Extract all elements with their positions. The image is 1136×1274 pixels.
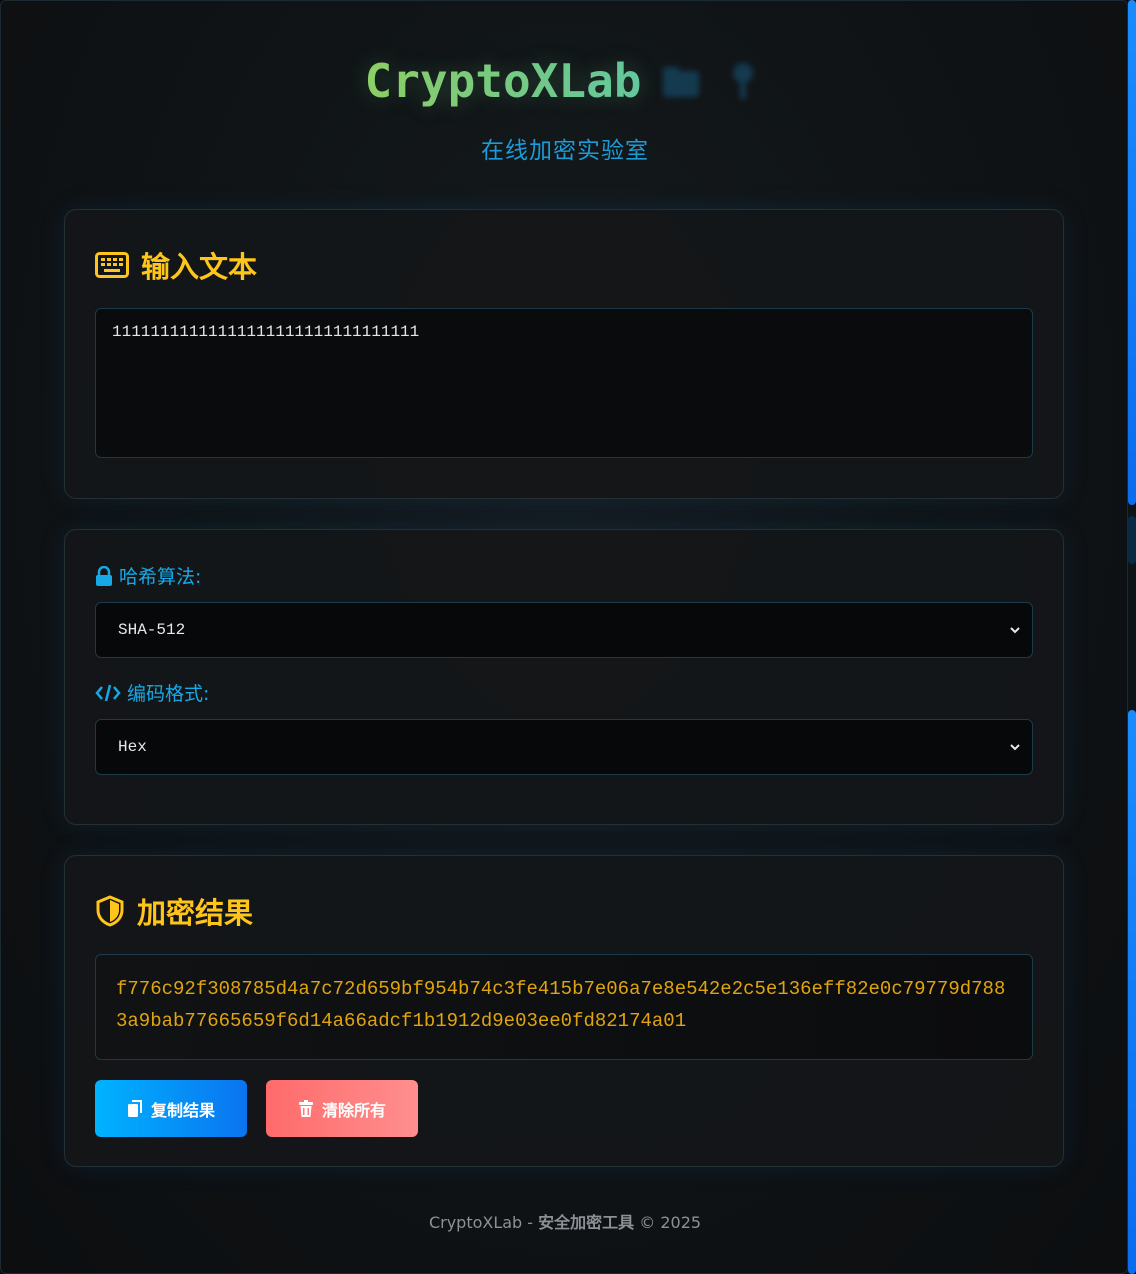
code-icon xyxy=(95,684,121,701)
resize-grip-icon[interactable] xyxy=(1089,448,1097,456)
header: CryptoXLab 在线加密实验室 xyxy=(1,41,1127,165)
clear-all-label: 清除所有 xyxy=(321,1100,386,1120)
input-heading: 输入文本 xyxy=(95,244,257,286)
algorithm-label: 哈希算法: xyxy=(95,562,201,589)
title-row: CryptoXLab xyxy=(1,41,1127,121)
algorithm-label-text: 哈希算法: xyxy=(119,566,202,588)
chevron-down-icon xyxy=(1010,627,1020,634)
chevron-down-icon xyxy=(1010,744,1020,751)
app-window: CryptoXLab 在线加密实验室 输入文本 1111111111111111… xyxy=(0,0,1128,1274)
footer: CryptoXLab - 安全加密工具 © 2025 xyxy=(1,1209,1127,1233)
app-title: CryptoXLab xyxy=(364,54,642,108)
result-heading-text: 加密结果 xyxy=(137,896,254,930)
encoding-select-value: Hex xyxy=(118,738,147,756)
scroll-thumb-bottom[interactable] xyxy=(1128,710,1136,1274)
folder-icon xyxy=(663,67,700,97)
keyboard-icon xyxy=(95,252,129,278)
algorithm-select[interactable]: SHA-512 xyxy=(95,602,1033,658)
footer-brand: CryptoXLab - xyxy=(428,1213,539,1232)
result-output[interactable]: f776c92f308785d4a7c72d659bf954b74c3fe415… xyxy=(95,954,1033,1060)
settings-card: 哈希算法: SHA-512 编码格式: Hex xyxy=(64,529,1064,825)
scroll-thumb-top[interactable] xyxy=(1128,0,1136,505)
copy-icon xyxy=(127,1099,142,1117)
clear-all-button[interactable]: 清除所有 xyxy=(266,1080,418,1137)
input-heading-text: 输入文本 xyxy=(141,250,258,284)
algorithm-select-value: SHA-512 xyxy=(118,621,186,639)
scroll-thumb-mid[interactable] xyxy=(1128,516,1136,564)
subtitle: 在线加密实验室 xyxy=(481,138,649,164)
footer-strong: 安全加密工具 xyxy=(538,1213,635,1232)
trash-icon xyxy=(298,1099,313,1117)
encoding-label-text: 编码格式: xyxy=(127,683,210,705)
result-card: 加密结果 f776c92f308785d4a7c72d659bf954b74c3… xyxy=(64,855,1064,1167)
text-input[interactable]: 11111111111111111111111111111111 xyxy=(95,308,1033,458)
encoding-select[interactable]: Hex xyxy=(95,719,1033,775)
encoding-label: 编码格式: xyxy=(95,679,209,706)
result-heading: 加密结果 xyxy=(95,890,253,932)
scrollbar[interactable] xyxy=(1128,0,1136,1274)
footer-suffix: © 2025 xyxy=(634,1213,702,1232)
input-card: 输入文本 11111111111111111111111111111111 xyxy=(64,209,1064,499)
copy-result-button[interactable]: 复制结果 xyxy=(95,1080,247,1137)
lock-icon xyxy=(96,565,112,586)
copy-result-label: 复制结果 xyxy=(150,1100,215,1120)
key-icon xyxy=(733,63,754,99)
shield-icon xyxy=(96,895,124,927)
